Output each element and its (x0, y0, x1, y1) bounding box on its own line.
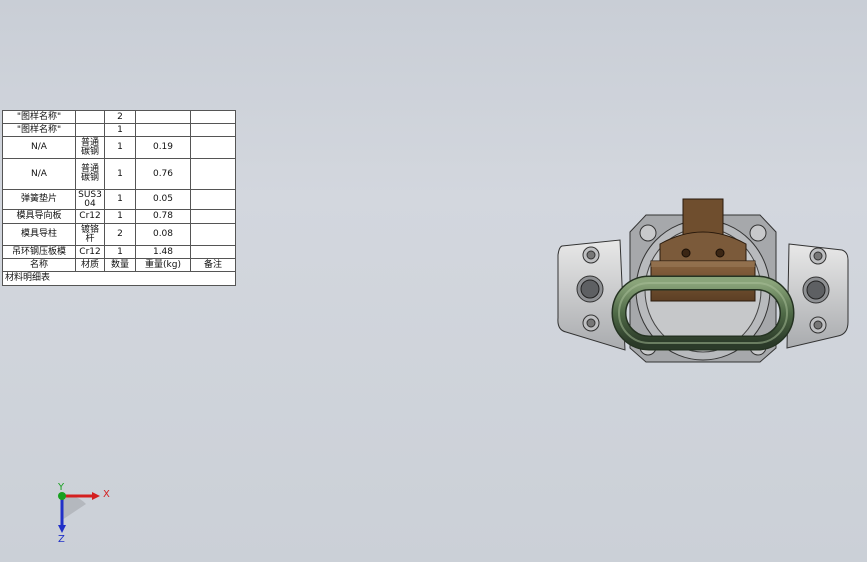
z-axis-label: Z (58, 534, 65, 545)
triad-sector (62, 495, 86, 520)
x-axis-arrowhead (92, 492, 100, 500)
z-axis-arrowhead (58, 525, 66, 533)
y-axis-label: Y (57, 482, 65, 493)
y-axis-dot (58, 492, 66, 500)
orientation-triad: X Y Z (57, 482, 110, 545)
x-axis-label: X (103, 489, 110, 500)
